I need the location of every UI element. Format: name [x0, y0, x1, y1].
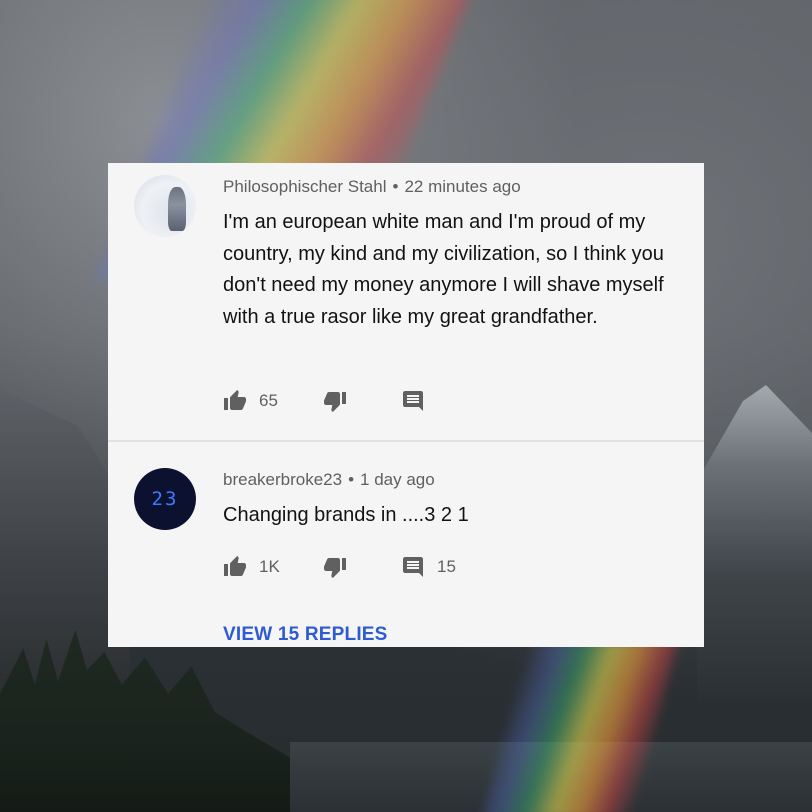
dislike-button[interactable] — [323, 389, 347, 413]
comments-card: Philosophischer Stahl • 22 minutes ago I'm… — [108, 163, 704, 647]
thumbs-down-icon — [324, 392, 346, 412]
like-button[interactable]: 65 — [223, 389, 278, 413]
like-count: 1K — [259, 557, 280, 576]
like-count: 65 — [259, 391, 278, 410]
avatar-statue — [168, 187, 186, 231]
comment-meta: Philosophischer Stahl • 22 minutes ago — [223, 177, 521, 197]
comment-actions: 65 — [223, 389, 693, 415]
comment-2: 23 breakerbroke23 • 1 day ago Changing bra… — [108, 442, 704, 647]
avatar[interactable] — [134, 175, 196, 237]
thumbs-down-icon — [324, 558, 346, 578]
reply-count: 15 — [437, 557, 456, 576]
view-replies-link[interactable]: VIEW 15 REPLIES — [223, 624, 388, 646]
comment-text: Changing brands in ....3 2 1 — [223, 504, 469, 526]
mountain-right — [697, 385, 812, 705]
comment-actions: 1K 15 — [223, 555, 693, 581]
comment-meta: breakerbroke23 • 1 day ago — [223, 470, 435, 490]
comment-author[interactable]: Philosophischer Stahl — [223, 177, 386, 196]
comment-text: I'm an european white man and I'm proud … — [223, 211, 664, 328]
avatar-digits: 23 — [151, 488, 179, 510]
meta-separator: • — [348, 470, 355, 489]
thumbs-up-icon — [224, 390, 246, 410]
reply-icon — [403, 557, 423, 577]
dislike-button[interactable] — [323, 555, 347, 579]
comment-author[interactable]: breakerbroke23 — [223, 470, 342, 489]
reply-button[interactable] — [401, 389, 437, 413]
reply-icon — [403, 391, 423, 411]
meta-separator: • — [392, 177, 399, 196]
avatar[interactable]: 23 — [134, 468, 196, 530]
like-button[interactable]: 1K — [223, 555, 280, 579]
comment-time[interactable]: 22 minutes ago — [404, 177, 520, 196]
comment-time[interactable]: 1 day ago — [360, 470, 435, 489]
thumbs-up-icon — [224, 556, 246, 576]
forest — [0, 630, 290, 812]
reply-button[interactable]: 15 — [401, 555, 456, 579]
comment-1: Philosophischer Stahl • 22 minutes ago I'm… — [108, 163, 704, 441]
